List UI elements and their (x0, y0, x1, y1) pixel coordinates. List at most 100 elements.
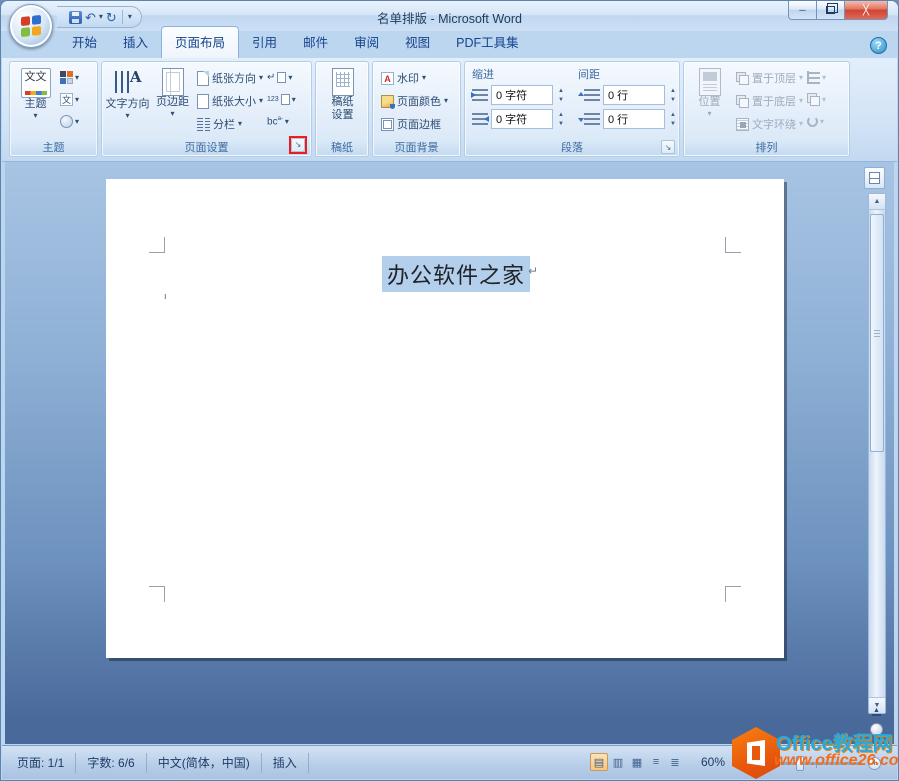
indent-left-input[interactable] (491, 85, 553, 105)
margin-mark-top-right (725, 237, 741, 253)
save-icon (69, 11, 82, 24)
page-color-icon (381, 95, 394, 108)
tab-insert[interactable]: 插入 (110, 27, 161, 58)
vertical-scrollbar[interactable]: ▲ ▼ (868, 193, 886, 714)
columns-button[interactable]: 分栏 ▾ (195, 113, 265, 135)
close-button[interactable]: ╳ (844, 1, 888, 20)
theme-colors-icon (60, 71, 73, 84)
space-before-spinner[interactable]: ▲▼ (668, 87, 678, 104)
undo-button[interactable]: ↶ (85, 11, 96, 24)
undo-dropdown[interactable]: ▾ (99, 13, 103, 21)
rotate-button[interactable]: ▾ (805, 111, 828, 132)
breaks-button[interactable]: ↵ ▾ (265, 67, 298, 88)
selected-text[interactable]: 办公软件之家 (382, 256, 530, 292)
previous-page-button[interactable]: ▲ (869, 705, 884, 718)
ruler-toggle-button[interactable] (864, 167, 885, 189)
zoom-out-button[interactable]: − (751, 757, 764, 770)
line-numbers-button[interactable]: 123 ▾ (265, 89, 298, 110)
margins-button[interactable]: 页边距 ▾ (150, 65, 195, 138)
status-insert-mode[interactable]: 插入 (262, 753, 309, 773)
tab-home[interactable]: 开始 (59, 27, 110, 58)
fullscreen-reading-view-button[interactable]: ▥ (609, 753, 627, 771)
zoom-in-button[interactable]: + (868, 757, 881, 770)
customize-qat-button[interactable]: ▾ (128, 13, 132, 21)
draft-view-button[interactable]: ≣ (666, 753, 684, 771)
group-objects-icon (807, 93, 820, 106)
tab-references[interactable]: 引用 (239, 27, 290, 58)
bring-to-front-icon (736, 72, 749, 85)
send-to-back-icon (736, 95, 749, 108)
minimize-button[interactable]: ─ (788, 1, 817, 20)
print-layout-view-button[interactable]: ▤ (590, 753, 608, 771)
manuscript-setup-button[interactable]: 稿纸设置 (323, 65, 363, 138)
margins-icon (162, 68, 184, 96)
indent-right-input[interactable] (491, 109, 553, 129)
group-themes: 文文 主题 ▾ ▾ 文 ▾ ▾ (9, 61, 98, 157)
text-wrapping-button[interactable]: 文字环绕 ▾ (734, 113, 805, 135)
theme-effects-button[interactable]: ▾ (58, 111, 81, 132)
indent-right-spinner[interactable]: ▲▼ (556, 111, 566, 128)
space-before-input[interactable] (603, 85, 665, 105)
paragraph-dialog-launcher[interactable]: ↘ (661, 140, 675, 154)
tab-pdf-tools[interactable]: PDF工具集 (443, 27, 532, 58)
orientation-button[interactable]: 纸张方向 ▾ (195, 67, 265, 89)
status-language[interactable]: 中文(简体，中国) (147, 753, 262, 773)
margin-mark-bottom-left (149, 586, 165, 602)
group-paragraph: 缩进 ▲▼ ▲▼ (464, 61, 680, 157)
hyphenation-button[interactable]: bca- ▾ (265, 111, 298, 132)
page-color-button[interactable]: 页面颜色 ▾ (379, 90, 450, 112)
page-borders-button[interactable]: 页面边框 (379, 113, 450, 135)
restore-button[interactable] (816, 1, 845, 20)
redo-button[interactable]: ↻ (106, 11, 117, 24)
help-button[interactable]: ? (870, 37, 887, 54)
zoom-track[interactable] (770, 762, 862, 765)
scroll-up-button[interactable]: ▲ (869, 194, 885, 210)
print-layout-icon: ▤ (594, 756, 604, 769)
minimize-icon: ─ (799, 5, 805, 15)
space-after-input[interactable] (603, 109, 665, 129)
columns-icon (197, 118, 210, 131)
outline-view-button[interactable]: ≡ (647, 753, 665, 771)
paper-size-button[interactable]: 纸张大小 ▾ (195, 90, 265, 112)
scrollbar-thumb[interactable] (870, 214, 884, 452)
tab-mailings[interactable]: 邮件 (290, 27, 341, 58)
save-button[interactable] (69, 11, 82, 24)
group-manuscript: 稿纸设置 稿纸 (315, 61, 369, 157)
align-button[interactable]: ▾ (805, 67, 828, 88)
bring-to-front-button[interactable]: 置于顶层 ▾ (734, 67, 805, 89)
group-objects-button[interactable]: ▾ (805, 89, 828, 110)
zoom-handle[interactable] (796, 756, 804, 771)
status-bar: 页面: 1/1 字数: 6/6 中文(简体，中国) 插入 ▤ ▥ ▦ ≡ ≣ 6… (2, 745, 897, 779)
zoom-slider[interactable]: − + (751, 757, 881, 770)
tab-review[interactable]: 审阅 (341, 27, 392, 58)
select-browse-object-button[interactable] (870, 723, 883, 736)
themes-button[interactable]: 文文 主题 ▾ (13, 65, 58, 138)
space-after-spinner[interactable]: ▲▼ (668, 111, 678, 128)
document-page[interactable]: 办公软件之家 ↵ ı (106, 179, 784, 658)
office-button[interactable] (9, 4, 53, 48)
indent-left-spinner[interactable]: ▲▼ (556, 87, 566, 104)
cursor-artifact: ı (164, 291, 167, 301)
tab-view[interactable]: 视图 (392, 27, 443, 58)
arrange-group-label: 排列 (685, 138, 848, 155)
orientation-icon (197, 71, 209, 86)
ruler-icon (869, 172, 880, 184)
page-setup-dialog-launcher[interactable]: ↘ (291, 138, 305, 152)
position-button[interactable]: 位置 ▾ (687, 65, 732, 138)
group-arrange: 位置 ▾ 置于顶层 ▾ 置于底层 ▾ (683, 61, 850, 157)
tab-page-layout[interactable]: 页面布局 (161, 26, 239, 58)
watermark-button[interactable]: A 水印 ▾ (379, 67, 450, 89)
zoom-level[interactable]: 60% (701, 755, 725, 769)
theme-fonts-button[interactable]: 文 ▾ (58, 89, 81, 110)
view-shortcuts: ▤ ▥ ▦ ≡ ≣ (590, 753, 684, 771)
status-word-count[interactable]: 字数: 6/6 (76, 753, 146, 773)
theme-fonts-icon: 文 (60, 93, 73, 106)
align-icon (807, 71, 820, 84)
send-to-back-button[interactable]: 置于底层 ▾ (734, 90, 805, 112)
text-wrapping-icon (736, 118, 749, 131)
text-direction-button[interactable]: 文字方向 ▾ (105, 65, 150, 138)
status-page-number[interactable]: 页面: 1/1 (6, 753, 76, 773)
web-layout-view-button[interactable]: ▦ (628, 753, 646, 771)
theme-colors-button[interactable]: ▾ (58, 67, 81, 88)
margin-mark-top-left (149, 237, 165, 253)
